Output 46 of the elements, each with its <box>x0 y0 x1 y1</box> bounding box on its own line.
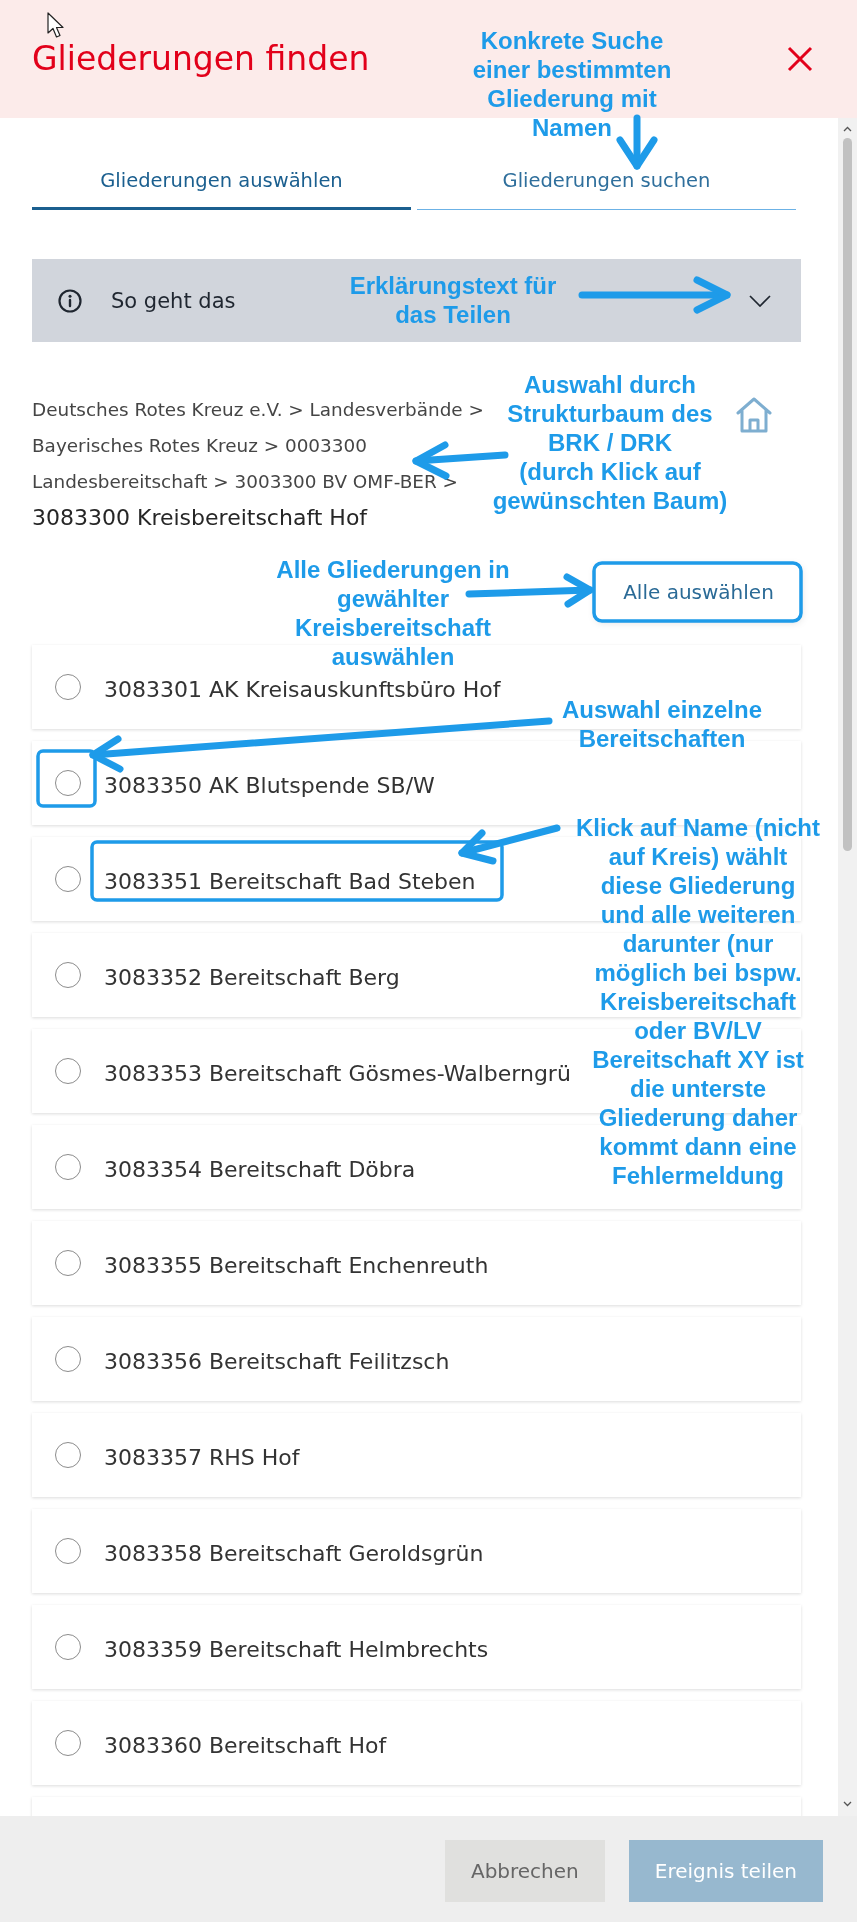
tab[interactable]: Gliederungen suchen <box>417 150 796 210</box>
highlight-frame <box>36 749 97 808</box>
annotation-text: Auswahl einzelne Bereitschaften <box>561 695 763 753</box>
unit-name[interactable]: 3083356 Bereitschaft Feilitzsch <box>104 1347 450 1376</box>
info-icon <box>58 288 82 313</box>
annotation-text: Klick auf Name (nicht auf Kreis) wählt diese Gliederung und alle weiteren darunter (nur möglich bei bspw. Kreisbereitschaft oder BV/LV Bereitschaft XY ist die unterste Gliederung daher kommt dann eine Fehlermeldung <box>575 813 821 1190</box>
home-icon <box>735 396 773 434</box>
radio-button[interactable] <box>55 1634 81 1660</box>
annotation-text: Konkrete Suche einer bestimmten Gliederung mit Namen <box>472 26 672 142</box>
unit-name[interactable]: 3083353 Bereitschaft Gösmes-Walberngrü <box>104 1059 571 1088</box>
unit-name[interactable]: 3083352 Bereitschaft Berg <box>104 963 400 992</box>
footer-button[interactable]: Abbrechen <box>444 1840 605 1902</box>
scrollbar[interactable] <box>838 118 857 1816</box>
radio-button[interactable] <box>55 1346 81 1372</box>
unit-name[interactable]: 3083360 Bereitschaft Hof <box>104 1731 387 1760</box>
unit-name[interactable]: 3083350 AK Blutspende SB/W <box>104 771 435 800</box>
radio-button[interactable] <box>55 962 81 988</box>
radio-button[interactable] <box>55 1538 81 1564</box>
unit-name[interactable]: 3083358 Bereitschaft Geroldsgrün <box>104 1539 484 1568</box>
unit-name[interactable]: 3083351 Bereitschaft Bad Steben <box>104 867 476 896</box>
radio-button[interactable] <box>55 1730 81 1756</box>
scroll-down-icon[interactable] <box>843 1801 852 1807</box>
unit-name[interactable]: 3083354 Bereitschaft Döbra <box>104 1155 416 1184</box>
annotation-text: Alle Gliederungen in gewählter Kreisbereitschaft auswählen <box>276 555 510 671</box>
annotation-text: Auswahl durch Strukturbaum des BRK / DRK (durch Klick auf gewünschten Baum) <box>492 370 728 515</box>
radio-button[interactable] <box>55 1058 81 1084</box>
scrollbar-thumb[interactable] <box>843 138 852 851</box>
breadcrumb-current: 3083300 Kreisbereitschaft Hof <box>32 504 368 532</box>
close-button[interactable] <box>787 46 813 72</box>
unit-name[interactable]: 3083301 AK Kreisauskunftsbüro Hof <box>104 675 501 704</box>
home-button[interactable] <box>735 396 773 434</box>
radio-button[interactable] <box>55 1442 81 1468</box>
mouse-cursor-icon <box>47 12 65 39</box>
unit-name[interactable]: 3083359 Bereitschaft Helmbrechts <box>104 1635 489 1664</box>
radio-button[interactable] <box>55 770 81 796</box>
tab[interactable]: Gliederungen auswählen <box>32 150 411 210</box>
close-icon <box>787 46 813 72</box>
radio-button[interactable] <box>55 1154 81 1180</box>
scroll-up-icon[interactable] <box>843 126 852 132</box>
radio-button[interactable] <box>55 1250 81 1276</box>
radio-button[interactable] <box>55 674 81 700</box>
radio-button[interactable] <box>55 866 81 892</box>
dialog-title: Gliederungen finden <box>32 42 370 76</box>
annotation-text: Erklärungstext für das Teilen <box>349 271 557 329</box>
unit-name[interactable]: 3083355 Bereitschaft Enchenreuth <box>104 1251 489 1280</box>
unit-name[interactable]: 3083357 RHS Hof <box>104 1443 300 1472</box>
